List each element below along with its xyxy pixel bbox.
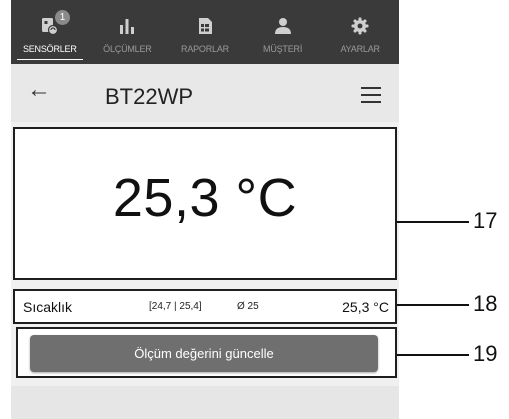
- bottom-strip: [11, 386, 399, 419]
- callout-label-17: 17: [473, 208, 498, 233]
- callout-line-17: [397, 221, 469, 223]
- gear-icon: [351, 17, 369, 35]
- callout-label-19: 19: [473, 341, 498, 366]
- nav-reports[interactable]: RAPORLAR: [166, 0, 244, 64]
- nav-sensors[interactable]: 1 SENSÖRLER: [11, 0, 89, 64]
- report-icon: [198, 18, 212, 34]
- hamburger-menu-icon[interactable]: [361, 87, 381, 108]
- callout-line-19: [397, 354, 469, 356]
- nav-sensors-label: SENSÖRLER: [22, 44, 77, 54]
- measurement-current: 25,3 °C: [342, 299, 389, 315]
- update-button-frame: Ölçüm değerini güncelle: [16, 327, 397, 378]
- nav-settings-label: AYARLAR: [340, 44, 380, 54]
- nav-measurements[interactable]: ÖLÇÜMLER: [89, 0, 167, 64]
- back-arrow-icon[interactable]: ←: [27, 76, 51, 104]
- bar-chart-icon: [120, 19, 135, 34]
- top-navigation: 1 SENSÖRLER ÖLÇÜMLER RAPORLAR MÜŞTERİ AY…: [11, 0, 399, 64]
- nav-settings[interactable]: AYARLAR: [321, 0, 399, 64]
- nav-customer-label: MÜŞTERİ: [263, 44, 303, 54]
- callout-line-18: [397, 304, 469, 306]
- callout-label-18: 18: [473, 291, 498, 316]
- update-measurement-button[interactable]: Ölçüm değerini güncelle: [30, 335, 378, 372]
- customer-icon: [274, 18, 291, 34]
- measurement-average: Ø 25: [237, 301, 259, 312]
- title-bar: ← BT22WP: [11, 64, 399, 122]
- measurement-range: [24,7 | 25,4]: [149, 301, 202, 312]
- nav-measurements-label: ÖLÇÜMLER: [103, 44, 152, 54]
- measurement-display: 25,3 °C: [13, 127, 397, 280]
- nav-customer[interactable]: MÜŞTERİ: [244, 0, 322, 64]
- notification-badge: 1: [55, 10, 70, 25]
- measurement-label: Sıcaklık: [23, 299, 73, 315]
- measurement-info-row: Sıcaklık [24,7 | 25,4] Ø 25 25,3 °C: [13, 289, 397, 324]
- nav-reports-label: RAPORLAR: [181, 44, 229, 54]
- temperature-value: 25,3 °C: [112, 168, 298, 228]
- page-title: BT22WP: [105, 84, 194, 109]
